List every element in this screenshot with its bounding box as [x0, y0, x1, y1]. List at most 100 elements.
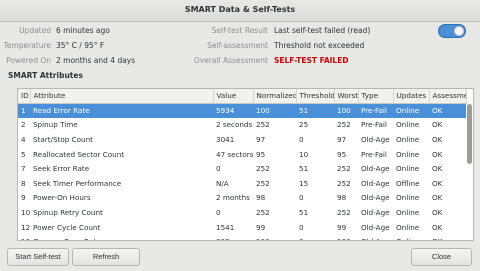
table-row[interactable]: 13G-sense Error Rate8091000100Old-AgeOnl…	[18, 234, 466, 240]
table-cell: 7	[21, 164, 26, 174]
table-cell: Seek Error Rate	[33, 164, 90, 174]
attributes-table: ID Attribute Value Normalized Threshold Worst…	[18, 89, 467, 240]
table-cell: Online	[396, 134, 420, 144]
table-row[interactable]: 4 Start/Stop Count 3041 97 0 97 Old-Age Online O…	[18, 132, 466, 147]
scrollbar-thumb[interactable]	[467, 104, 472, 164]
table-cell: 5934	[213, 103, 253, 118]
table-cell: 0	[299, 134, 304, 144]
table-cell: 4	[21, 134, 26, 144]
table-row[interactable]: 5 Reallocated Sector Count 47 sectors 95 10 9…	[18, 147, 466, 162]
table-cell: 99	[256, 222, 266, 232]
table-cell: 97	[337, 134, 347, 144]
updated-value: 6 minutes ago	[56, 26, 110, 35]
updated-row: Updated 6 minutes ago	[0, 25, 210, 37]
table-cell: 0	[299, 222, 304, 232]
table-cell: OK	[432, 193, 443, 203]
table-cell: 10	[21, 207, 30, 217]
table-cell: 51	[299, 207, 309, 217]
toggle-knob[interactable]	[454, 26, 464, 36]
table-cell: 99	[337, 222, 347, 232]
table-cell: Old-Age	[361, 178, 390, 188]
table-cell: 252	[256, 120, 270, 130]
table-cell: Old-Age	[361, 207, 390, 217]
close-button[interactable]: Close	[411, 248, 472, 266]
table-cell: 252	[337, 120, 351, 130]
table-cell: OK	[429, 234, 466, 240]
temperature-row: Temperature 35° C / 95° F	[0, 40, 210, 52]
column-header[interactable]: Normalized	[253, 89, 297, 104]
column-header[interactable]: Value	[213, 89, 254, 104]
vertical-scrollbar[interactable]	[465, 88, 473, 241]
self-assessment-row: Self-assessment Threshold not exceeded	[180, 40, 430, 52]
table-cell: 95	[256, 149, 266, 159]
table-cell: Pre-Fail	[361, 149, 387, 159]
table-cell: OK	[429, 103, 466, 118]
table-cell: Spinup Time	[33, 120, 78, 130]
table-row[interactable]: 8 Seek Timer Performance N/A 252 15 252 Old-Ag…	[18, 176, 466, 191]
column-header[interactable]: Attribute	[30, 89, 214, 104]
table-cell: Offline	[396, 178, 420, 188]
column-header[interactable]: Type	[358, 89, 394, 104]
table-cell: 0	[296, 234, 334, 240]
table-cell: 252	[337, 178, 351, 188]
table-cell: Old-Age	[361, 164, 390, 174]
table-cell: 15	[299, 178, 309, 188]
powered-on-row: Powered On 2 months and 4 days	[0, 55, 210, 67]
table-cell: 5	[21, 149, 26, 159]
column-header[interactable]: Threshold	[296, 89, 335, 104]
smart-attributes-heading: SMART Attributes	[8, 71, 83, 80]
start-self-test-button[interactable]: Start Self-test	[7, 248, 69, 266]
table-cell: 13	[18, 234, 30, 240]
table-cell: OK	[432, 222, 443, 232]
column-header[interactable]: Assessment	[429, 89, 467, 104]
table-row[interactable]: 12 Power Cycle Count 1541 99 0 99 Old-Age Onlin…	[18, 220, 466, 235]
table-cell: Online	[396, 149, 420, 159]
title-bar: SMART Data & Self-Tests	[0, 0, 480, 22]
table-cell: 100	[334, 234, 358, 240]
table-row[interactable]: 10 Spinup Retry Count 0 252 51 252 Old-Age Onli…	[18, 205, 466, 220]
table-cell: 100	[253, 103, 296, 118]
table-cell: 25	[299, 120, 309, 130]
self-assessment-value: Threshold not exceeded	[274, 41, 365, 50]
window-title: SMART Data & Self-Tests	[184, 5, 296, 14]
smart-enable-toggle[interactable]	[438, 24, 466, 38]
table-cell: 252	[337, 207, 351, 217]
table-cell: OK	[432, 120, 443, 130]
self-test-result-row: Self-test Result Last self-test failed (…	[180, 25, 430, 37]
smart-dialog: SMART Data & Self-Tests Updated 6 minute…	[0, 0, 480, 271]
powered-on-value: 2 months and 4 days	[56, 56, 136, 65]
overall-assessment-label: Overall Assessment	[193, 56, 268, 65]
table-cell: 809	[213, 234, 253, 240]
table-row[interactable]: 7 Seek Error Rate 0 252 51 252 Old-Age Online OK	[18, 161, 466, 176]
self-assessment-label: Self-assessment	[207, 41, 268, 50]
self-test-result-value: Last self-test failed (read)	[274, 26, 371, 35]
powered-on-label: Powered On	[6, 56, 51, 65]
table-cell: Read Error Rate	[30, 103, 213, 118]
table-cell: 2 months a	[216, 193, 253, 203]
refresh-button[interactable]: Refresh	[72, 248, 140, 266]
table-cell: Seek Timer Performance	[33, 178, 122, 188]
table-cell: 0	[216, 164, 221, 174]
table-cell: OK	[432, 207, 443, 217]
table-row[interactable]: 1 Read Error Rate 5934 100 51 100 Pre-Fail Onli…	[18, 103, 466, 118]
table-cell: 0	[299, 193, 304, 203]
table-cell: 12	[21, 222, 30, 232]
table-body: 1 Read Error Rate 5934 100 51 100 Pre-Fail Onli…	[18, 103, 466, 240]
column-header[interactable]: Updates	[393, 89, 430, 104]
column-header[interactable]: ID	[18, 89, 31, 104]
updated-label: Updated	[19, 26, 51, 35]
table-cell: 9	[21, 193, 26, 203]
table-cell: Old-Age	[361, 222, 390, 232]
table-cell: OK	[432, 134, 443, 144]
temperature-value: 35° C / 95° F	[56, 41, 105, 50]
table-row[interactable]: 9 Power-On Hours 2 months a 98 0 98 Old-Age Onl…	[18, 191, 466, 206]
table-cell: Old-Age	[358, 234, 393, 240]
table-cell: Reallocated Sector Count	[33, 149, 125, 159]
column-header[interactable]: Worst	[334, 89, 359, 104]
table-row[interactable]: 2 Spinup Time 2 seconds 252 25 252 Pre-Fail Onl…	[18, 118, 466, 133]
table-cell: Pre-Fail	[358, 103, 393, 118]
table-cell: 47 sectors	[216, 149, 253, 159]
table-cell: Old-Age	[361, 193, 390, 203]
table-cell: Online	[396, 207, 420, 217]
table-header: ID Attribute Value Normalized Threshold Worst…	[18, 89, 467, 104]
